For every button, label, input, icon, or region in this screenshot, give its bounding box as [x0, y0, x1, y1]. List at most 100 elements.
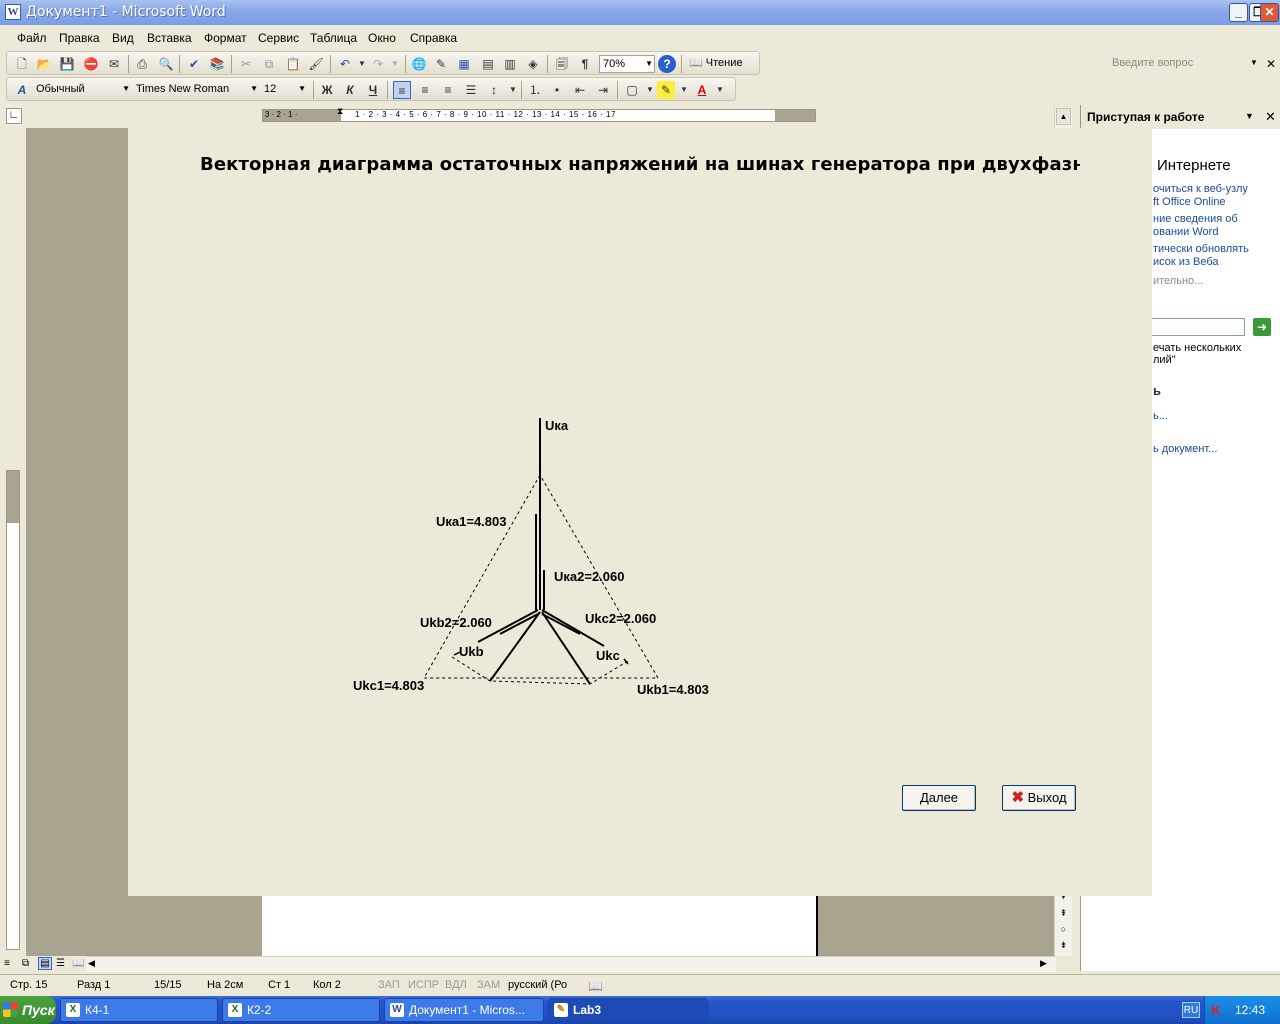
task-pane-menu-icon[interactable]: ▼ [1245, 111, 1254, 121]
chevron-down-icon[interactable]: ▼ [504, 81, 522, 99]
search-input[interactable] [1151, 318, 1245, 336]
task-k4-1[interactable]: X К4-1 [60, 998, 218, 1022]
link-latest-2[interactable]: овании Word [1153, 226, 1218, 238]
menu-insert[interactable]: Вставка [147, 31, 192, 45]
spelling-status-icon[interactable]: 📖 [588, 979, 603, 993]
link-connect-1[interactable]: очиться к веб-узлу [1153, 183, 1248, 195]
tables-borders-icon[interactable]: ✎ [432, 55, 450, 73]
open-folder-icon[interactable]: 📂 [35, 55, 53, 73]
next-page-icon[interactable]: ⇟ [1056, 940, 1071, 954]
outline-view-icon[interactable]: ☰ [56, 958, 65, 969]
highlight-icon[interactable]: ✎ [657, 81, 675, 99]
antivirus-icon[interactable]: K [1211, 996, 1221, 1024]
first-line-indent-marker[interactable]: ⧗ [337, 106, 343, 117]
font-color-icon[interactable]: A [693, 81, 711, 99]
underline-button[interactable]: Ч [364, 81, 382, 99]
doc-close-icon[interactable]: ✕ [1266, 57, 1276, 71]
menu-file[interactable]: Файл [17, 31, 47, 45]
increase-indent-icon[interactable]: ⇥ [594, 81, 612, 99]
search-go-icon[interactable]: ➜ [1253, 318, 1271, 336]
scroll-up-icon[interactable]: ▲ [1056, 108, 1071, 125]
more-link[interactable]: ительно... [1153, 275, 1203, 287]
decrease-indent-icon[interactable]: ⇤ [571, 81, 589, 99]
bullets-icon[interactable]: • [548, 81, 566, 99]
status-rec[interactable]: ЗАП [378, 979, 400, 991]
create-document-link[interactable]: ь документ... [1153, 443, 1217, 455]
show-formatting-icon[interactable]: ¶ [576, 55, 594, 73]
numbering-icon[interactable]: ⒈ [526, 81, 544, 99]
insert-table-icon[interactable]: ▦ [455, 55, 473, 73]
minimize-button[interactable]: _ [1229, 3, 1248, 22]
zoom-select[interactable]: 70% ▼ [599, 55, 655, 73]
cut-icon[interactable]: ✂ [237, 55, 255, 73]
align-left-icon[interactable]: ≡ [393, 81, 411, 99]
word-app-icon[interactable]: W [5, 4, 21, 20]
justify-icon[interactable]: ☰ [462, 81, 480, 99]
hyperlink-icon[interactable]: 🌐 [410, 55, 428, 73]
font-select[interactable]: Times New Roman ▼ [133, 81, 259, 99]
tab-selector-icon[interactable]: ∟ [6, 108, 22, 124]
menu-table[interactable]: Таблица [310, 31, 357, 45]
scroll-right-icon[interactable]: ▶ [1040, 958, 1047, 969]
status-trk[interactable]: ИСПР [408, 979, 439, 991]
permission-icon[interactable]: ⛔ [82, 55, 100, 73]
open-more-link[interactable]: ь... [1153, 410, 1168, 422]
print-layout-icon[interactable]: ▤ [38, 957, 52, 970]
link-update-1[interactable]: тически обновлять [1153, 243, 1249, 255]
ask-question-input[interactable]: Введите вопрос [1112, 57, 1262, 73]
horizontal-scrollbar[interactable]: ◀ ▶ [86, 956, 1056, 972]
exit-button[interactable]: ✖ Выход [1002, 785, 1076, 811]
font-size-select[interactable]: 12 ▼ [261, 81, 307, 99]
redo-dropdown-icon[interactable]: ▼ [386, 55, 404, 73]
select-browse-object-icon[interactable]: ○ [1056, 924, 1071, 938]
redo-icon[interactable]: ↷ [369, 55, 387, 73]
menu-view[interactable]: Вид [112, 31, 134, 45]
save-icon[interactable]: 💾 [58, 55, 76, 73]
link-update-2[interactable]: исок из Веба [1153, 256, 1219, 268]
status-ext[interactable]: ВДЛ [445, 979, 467, 991]
task-k2-2[interactable]: X К2-2 [222, 998, 380, 1022]
menu-window[interactable]: Окно [368, 31, 396, 45]
new-doc-icon[interactable]: 🗋 [13, 55, 31, 73]
status-ovr[interactable]: ЗАМ [477, 979, 500, 991]
web-layout-icon[interactable]: ⧉ [22, 958, 29, 969]
task-pane-close-icon[interactable]: ✕ [1265, 109, 1276, 125]
email-icon[interactable]: ✉ [105, 55, 123, 73]
ask-dropdown-icon[interactable]: ▼ [1250, 58, 1258, 67]
menu-edit[interactable]: Правка [59, 31, 100, 45]
menu-tools[interactable]: Сервис [258, 31, 299, 45]
italic-button[interactable]: К [341, 81, 359, 99]
format-painter-icon[interactable]: 🖌 [307, 55, 325, 73]
normal-view-icon[interactable]: ≡ [4, 958, 10, 969]
style-select[interactable]: Обычный ▼ [33, 81, 131, 99]
paste-icon[interactable]: 📋 [284, 55, 302, 73]
vertical-ruler[interactable] [6, 470, 20, 950]
task-word-document[interactable]: W Документ1 - Micros... [384, 998, 544, 1022]
menu-format[interactable]: Формат [204, 31, 247, 45]
columns-icon[interactable]: ▥ [501, 55, 519, 73]
reading-layout-button[interactable]: 📖 Чтение [689, 56, 742, 69]
bold-button[interactable]: Ж [318, 81, 336, 99]
task-lab3[interactable]: ✎ Lab3 [548, 998, 708, 1022]
line-spacing-icon[interactable]: ↕ [485, 81, 503, 99]
align-center-icon[interactable]: ≡ [416, 81, 434, 99]
start-button[interactable]: Пуск [0, 996, 56, 1024]
styles-icon[interactable]: A [13, 81, 31, 99]
scroll-left-icon[interactable]: ◀ [88, 958, 95, 969]
insert-excel-icon[interactable]: ▤ [479, 55, 497, 73]
undo-icon[interactable]: ↶ [336, 55, 354, 73]
document-map-icon[interactable]: 🗐 [553, 55, 571, 73]
clock[interactable]: 12:43 [1235, 996, 1265, 1024]
drawing-icon[interactable]: ◈ [524, 55, 542, 73]
copy-icon[interactable]: ⧉ [260, 55, 278, 73]
next-button[interactable]: Далее [902, 785, 976, 811]
borders-icon[interactable]: ▢ [623, 81, 641, 99]
horizontal-ruler[interactable]: 3 · 2 · 1 · 1 · 2 · 3 · 4 · 5 · 6 · 7 · … [262, 106, 816, 122]
research-icon[interactable]: 📚 [208, 55, 226, 73]
document-page[interactable] [262, 896, 818, 956]
link-latest-1[interactable]: ние сведения об [1153, 213, 1238, 225]
previous-page-icon[interactable]: ⇞ [1056, 908, 1071, 922]
print-icon[interactable]: ⎙ [133, 55, 151, 73]
language-indicator[interactable]: RU [1182, 1002, 1200, 1018]
print-preview-icon[interactable]: 🔍 [157, 55, 175, 73]
